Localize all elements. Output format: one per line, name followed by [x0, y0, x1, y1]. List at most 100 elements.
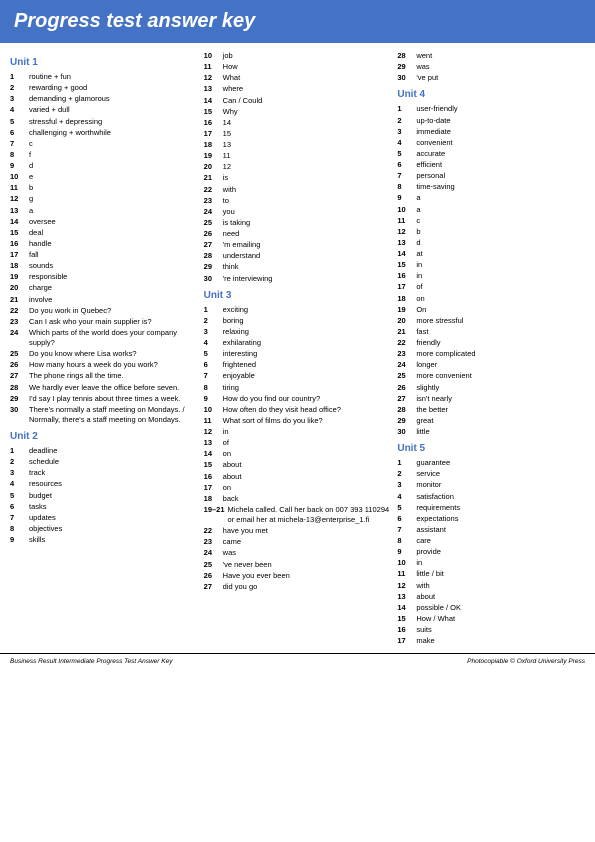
entry-number: 13 [204, 84, 220, 94]
list-item: 1guarantee [397, 458, 585, 468]
entry-number: 16 [204, 118, 220, 128]
entry-value: d [29, 161, 198, 171]
entry-number: 28 [397, 405, 413, 415]
entry-value: slightly [416, 383, 585, 393]
list-item: 10e [10, 172, 198, 182]
entry-value: about [416, 592, 585, 602]
list-item: 14at [397, 249, 585, 259]
entry-value: provide [416, 547, 585, 557]
list-item: 1715 [204, 129, 392, 139]
list-item: 11c [397, 216, 585, 226]
list-item: 5interesting [204, 349, 392, 359]
entry-number: 12 [204, 73, 220, 83]
entry-value: need [223, 229, 392, 239]
entry-number: 2 [397, 469, 413, 479]
list-item: 7updates [10, 513, 198, 523]
entry-value: friendly [416, 338, 585, 348]
unit-title-unit3: Unit 3 [204, 290, 392, 301]
entry-value: on [223, 449, 392, 459]
entry-value: user-friendly [416, 104, 585, 114]
entry-value: isn't nearly [416, 394, 585, 404]
entry-number: 1 [397, 458, 413, 468]
list-item: 9provide [397, 547, 585, 557]
list-item: 1routine + fun [10, 72, 198, 82]
entry-number: 16 [204, 472, 220, 482]
entry-value: The phone rings all the time. [29, 371, 198, 381]
entry-number: 22 [204, 526, 220, 536]
entry-value: fast [416, 327, 585, 337]
list-item: 10in [397, 558, 585, 568]
list-item: 21is [204, 173, 392, 183]
entry-number: 25 [204, 560, 220, 570]
entry-number: 30 [10, 405, 26, 425]
entry-number: 11 [10, 183, 26, 193]
list-item: 11little / bit [397, 569, 585, 579]
entry-number: 10 [397, 558, 413, 568]
entry-value: think [223, 262, 392, 272]
list-item: 11b [10, 183, 198, 193]
entry-number: 26 [397, 383, 413, 393]
entry-number: 13 [397, 238, 413, 248]
entry-number: 14 [397, 603, 413, 613]
entry-number: 7 [204, 371, 220, 381]
entry-value: came [223, 537, 392, 547]
list-item: 10How often do they visit head office? [204, 405, 392, 415]
list-item: 5stressful + depressing [10, 117, 198, 127]
entry-number: 27 [397, 394, 413, 404]
entry-number: 7 [397, 171, 413, 181]
entry-number: 24 [10, 328, 26, 348]
list-item: 30've put [397, 73, 585, 83]
entry-value: rewarding + good [29, 83, 198, 93]
column-1: Unit 11routine + fun2rewarding + good3de… [10, 51, 198, 647]
entry-number: 30 [397, 73, 413, 83]
entry-value: c [416, 216, 585, 226]
entry-number: 26 [10, 360, 26, 370]
entry-value: Michela called. Call her back on 007 393… [228, 505, 392, 525]
entry-number: 4 [397, 138, 413, 148]
entry-number: 1 [397, 104, 413, 114]
list-item: 26Have you ever been [204, 571, 392, 581]
entry-value: responsible [29, 272, 198, 282]
list-item: 19responsible [10, 272, 198, 282]
list-item: 2rewarding + good [10, 83, 198, 93]
entry-number: 5 [397, 149, 413, 159]
list-item: 18sounds [10, 261, 198, 271]
entry-value: guarantee [416, 458, 585, 468]
list-item: 8care [397, 536, 585, 546]
entry-value: requirements [416, 503, 585, 513]
page-title: Progress test answer key [14, 10, 581, 33]
entry-value: understand [223, 251, 392, 261]
list-item: 30There's normally a staff meeting on Mo… [10, 405, 198, 425]
entry-number: 30 [204, 274, 220, 284]
entry-number: 9 [204, 394, 220, 404]
entry-number: 6 [10, 502, 26, 512]
header: Progress test answer key [0, 0, 595, 43]
list-item: 23to [204, 196, 392, 206]
list-item: 22have you met [204, 526, 392, 536]
list-item: 9a [397, 193, 585, 203]
entry-number: 19 [10, 272, 26, 282]
entry-number: 11 [397, 216, 413, 226]
entry-value: How [223, 62, 392, 72]
entry-number: 19 [397, 305, 413, 315]
entry-value: up-to-date [416, 116, 585, 126]
list-item: 9skills [10, 535, 198, 545]
entry-value: frightened [223, 360, 392, 370]
entry-number: 5 [10, 117, 26, 127]
entry-number: 27 [10, 371, 26, 381]
entry-number: 21 [10, 295, 26, 305]
entry-number: 1 [10, 72, 26, 82]
list-item: 17fall [10, 250, 198, 260]
entry-number: 17 [204, 129, 220, 139]
entry-value: care [416, 536, 585, 546]
list-item: 9d [10, 161, 198, 171]
entry-number: 9 [10, 535, 26, 545]
entry-value: to [223, 196, 392, 206]
entry-number: 3 [397, 480, 413, 490]
entry-number: 13 [397, 592, 413, 602]
list-item: 10job [204, 51, 392, 61]
list-item: 28understand [204, 251, 392, 261]
list-item: 2schedule [10, 457, 198, 467]
list-item: 29think [204, 262, 392, 272]
unit-title-unit2: Unit 2 [10, 431, 198, 442]
